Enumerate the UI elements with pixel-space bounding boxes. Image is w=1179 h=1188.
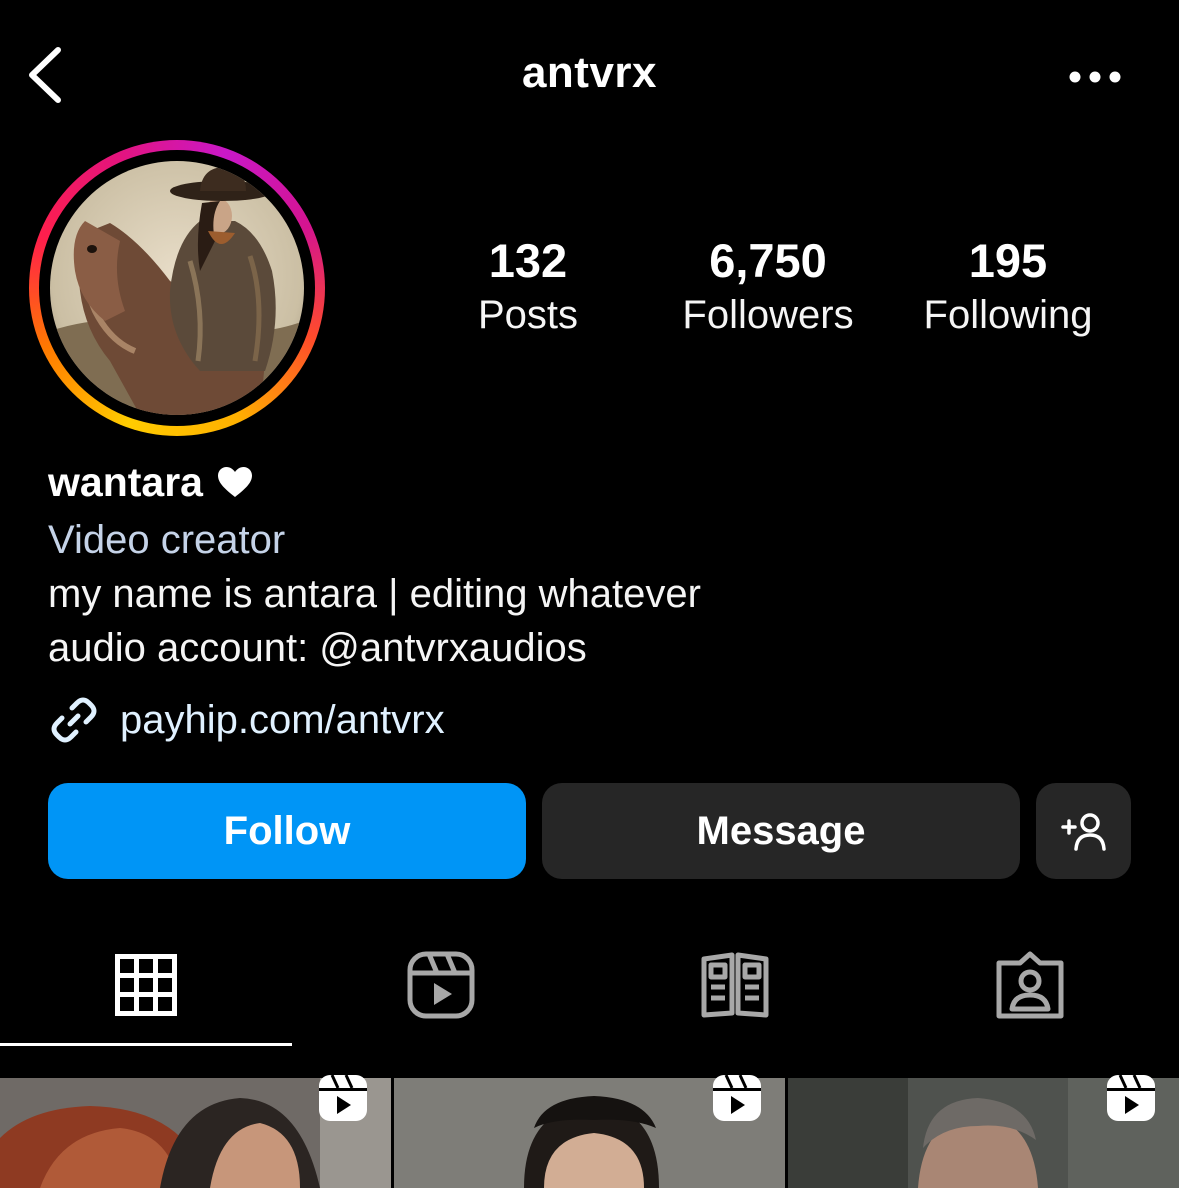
following-label: Following [923, 293, 1093, 337]
posts-label: Posts [477, 293, 579, 337]
followers-stat[interactable]: 6,750 Followers [658, 232, 878, 340]
guide-icon [701, 952, 769, 1018]
followers-count: 6,750 [709, 234, 827, 287]
profile-username-title: antvrx [521, 48, 658, 97]
bio-line: my name is antara | editing whatever [48, 572, 701, 616]
profile-category: Video creator [48, 518, 286, 562]
message-button[interactable]: Message [542, 783, 1020, 879]
add-person-icon [1060, 813, 1106, 851]
active-tab-indicator [0, 1043, 292, 1046]
posts-stat[interactable]: 132 Posts [418, 232, 638, 340]
tab-posts[interactable] [0, 940, 292, 1030]
profile-link[interactable]: payhip.com/antvrx [48, 692, 445, 748]
follow-button[interactable]: Follow [48, 783, 526, 879]
display-name: wantara [48, 459, 203, 505]
posts-count: 132 [488, 234, 568, 287]
suggested-accounts-button[interactable] [1036, 783, 1131, 879]
avatar[interactable] [50, 161, 304, 415]
follow-button-label: Follow [223, 808, 351, 853]
tab-reels[interactable] [295, 940, 587, 1030]
grid-icon [115, 954, 177, 1016]
tab-guides[interactable] [589, 940, 881, 1030]
following-stat[interactable]: 195 Following [898, 232, 1118, 340]
reel-icon [1106, 1074, 1156, 1122]
more-horizontal-icon [1069, 71, 1121, 83]
more-options-button[interactable] [1058, 56, 1132, 98]
reel-icon [318, 1074, 368, 1122]
reels-icon [407, 951, 475, 1019]
link-icon [51, 697, 97, 743]
display-name-row: wantara [48, 456, 253, 508]
message-button-label: Message [696, 808, 866, 853]
tab-tagged[interactable] [884, 940, 1176, 1030]
following-count: 195 [968, 234, 1048, 287]
tagged-person-icon [996, 951, 1064, 1019]
followers-label: Followers [682, 293, 854, 337]
heart-icon [217, 467, 252, 497]
reel-icon [712, 1074, 762, 1122]
bio-line[interactable]: audio account: @antvrxaudios [48, 622, 587, 674]
profile-link-text[interactable]: payhip.com/antvrx [120, 692, 445, 748]
